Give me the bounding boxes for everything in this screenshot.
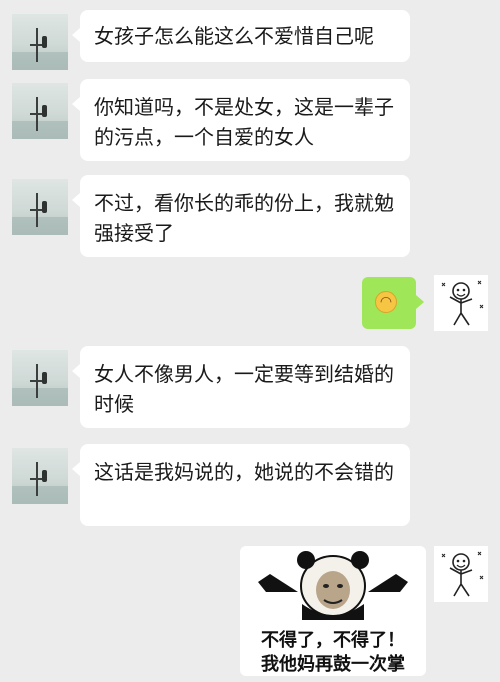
incoming-message-bubble[interactable]: 女孩子怎么能这么不爱惜自己呢 [72,10,410,62]
message-text: 这话是我妈说的，她说的不会错的 [94,460,394,484]
incoming-message-bubble[interactable]: 你知道吗，不是处女，这是一辈子的污点，一个自爱的女人 [72,79,410,161]
panda-face-icon [258,551,408,620]
outgoing-emoji-bubble[interactable]: ◠ [362,277,424,329]
incoming-message-bubble[interactable]: 不过，看你长的乖的份上，我就勉强接受了 [72,175,410,257]
contact-avatar[interactable] [12,14,68,70]
my-avatar[interactable] [434,546,488,602]
my-avatar[interactable] [434,275,488,331]
doodle-stickman-icon [441,551,484,597]
sticker-caption-line1: 不得了，不得了！ [261,630,405,651]
panda-meme-sticker[interactable]: 不得了，不得了！ 我他妈再鼓一次掌 [240,546,426,676]
message-text: 你知道吗，不是处女，这是一辈子的污点，一个自爱的女人 [94,95,394,149]
contact-avatar[interactable] [12,350,68,406]
contact-avatar[interactable] [12,83,68,139]
message-text: 女人不像男人，一定要等到结婚的时候 [94,362,394,416]
incoming-message-bubble[interactable]: 这话是我妈说的，她说的不会错的 [72,444,410,526]
contact-avatar[interactable] [12,448,68,504]
message-text: 女孩子怎么能这么不爱惜自己呢 [94,24,374,48]
smiley-emoji-icon: ◠ [375,291,397,313]
sticker-caption-line2: 我他妈再鼓一次掌 [261,654,405,675]
message-text: 不过，看你长的乖的份上，我就勉强接受了 [94,191,394,245]
contact-avatar[interactable] [12,179,68,235]
doodle-stickman-icon [441,280,484,326]
incoming-message-bubble[interactable]: 女人不像男人，一定要等到结婚的时候 [72,346,410,428]
